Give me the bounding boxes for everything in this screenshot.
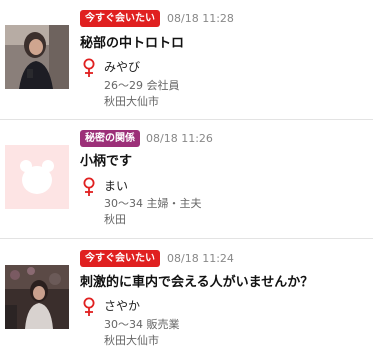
post-item[interactable]: 今すぐ会いたい 08/18 11:28 秘部の中トロトロ みやび 26～29 会… — [0, 0, 373, 118]
post-item[interactable]: 今すぐ会いたい 08/18 11:24 刺激的に車内で会える人がいませんか？ さ… — [0, 239, 373, 354]
user-age-job: 30～34 販売業 — [104, 318, 180, 331]
post-title[interactable]: 小柄です — [80, 153, 132, 171]
post-title[interactable]: 刺激的に車内で会える人がいませんか？ — [80, 274, 313, 292]
user-name: みやび — [104, 60, 141, 74]
user-age-job: 30～34 主婦・主夫 — [104, 197, 202, 210]
user-photo-thumbnail[interactable] — [5, 265, 69, 329]
user-photo-thumbnail[interactable] — [5, 25, 69, 89]
user-name: まい — [104, 179, 129, 193]
post-title[interactable]: 秘部の中トロトロ — [80, 35, 184, 53]
user-age-job: 26～29 会社員 — [104, 79, 180, 92]
female-icon — [83, 58, 95, 77]
user-location: 秋田大仙市 — [104, 334, 159, 347]
category-tag: 今すぐ会いたい — [80, 10, 160, 27]
post-timestamp: 08/18 11:28 — [167, 12, 234, 25]
user-photo-placeholder[interactable] — [5, 145, 69, 209]
post-timestamp: 08/18 11:24 — [167, 252, 234, 265]
user-name: さやか — [104, 299, 141, 313]
user-photo — [5, 25, 69, 89]
post-item[interactable]: 秘密の関係 08/18 11:26 小柄です まい 30～34 主婦・主夫 秋田 — [0, 120, 373, 238]
female-icon — [83, 297, 95, 316]
user-location: 秋田 — [104, 213, 126, 226]
no-photo-icon — [5, 145, 69, 209]
category-tag: 秘密の関係 — [80, 130, 140, 147]
category-tag: 今すぐ会いたい — [80, 250, 160, 267]
female-icon — [83, 177, 95, 196]
user-location: 秋田大仙市 — [104, 95, 159, 108]
post-timestamp: 08/18 11:26 — [146, 132, 213, 145]
user-photo — [5, 265, 69, 329]
